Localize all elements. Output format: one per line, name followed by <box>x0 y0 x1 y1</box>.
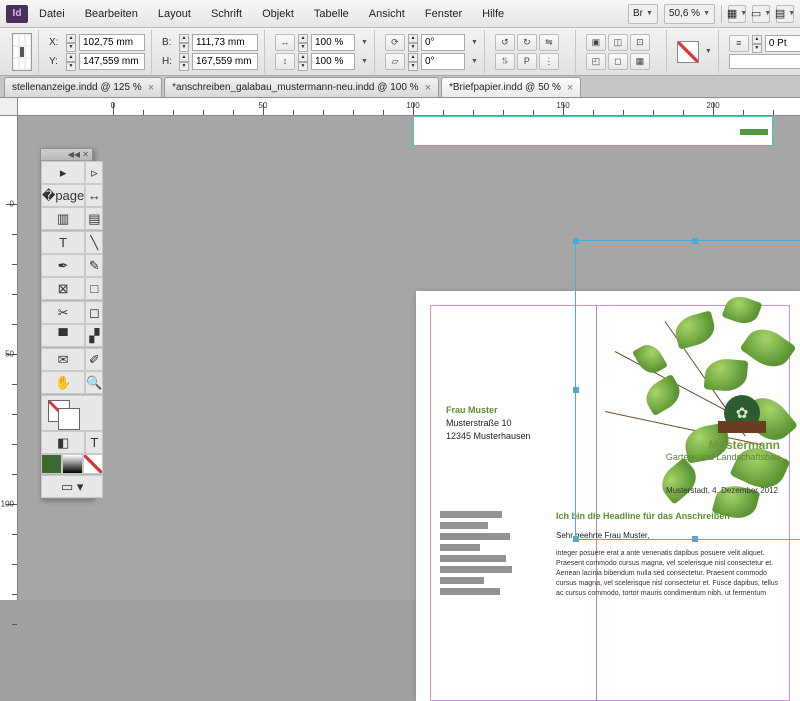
placeholder-bars <box>440 511 512 599</box>
menu-schrift[interactable]: Schrift <box>202 5 251 23</box>
menu-tabelle[interactable]: Tabelle <box>305 5 358 23</box>
center-content-icon[interactable]: ◻ <box>608 53 628 70</box>
pencil-tool[interactable]: ✎ <box>85 254 103 277</box>
panel-collapse-icon[interactable]: ◀◀ ✕ <box>41 149 92 161</box>
bridge-button[interactable]: Br▼ <box>628 4 658 24</box>
close-icon[interactable]: × <box>567 82 573 94</box>
gap-tool[interactable]: ↔ <box>85 184 103 207</box>
fill-stroke-swatch[interactable] <box>41 395 103 431</box>
flip-v-icon[interactable]: ⥮ <box>495 53 515 70</box>
gradient-feather-tool[interactable]: ▞ <box>85 324 103 347</box>
menu-bar: Id Datei Bearbeiten Layout Schrift Objek… <box>0 0 800 28</box>
type-tool[interactable]: T <box>41 231 85 254</box>
p-icon[interactable]: P <box>517 53 537 70</box>
recipient-address: Frau Muster Musterstraße 10 12345 Muster… <box>446 404 531 443</box>
shear-input[interactable] <box>421 53 465 70</box>
stroke-style[interactable] <box>729 54 800 69</box>
format-text-icon[interactable]: T <box>85 431 103 454</box>
ruler-vertical[interactable]: 050100 <box>0 116 18 600</box>
ruler-horizontal[interactable]: 050100150200 <box>18 98 800 116</box>
h-stepper[interactable]: ▲▼ <box>179 53 189 70</box>
w-stepper[interactable]: ▲▼ <box>179 34 189 51</box>
rotate-input[interactable] <box>421 34 465 51</box>
stroke-input[interactable] <box>765 35 800 52</box>
format-container-icon[interactable]: ◧ <box>41 431 85 454</box>
x-input[interactable] <box>79 34 145 51</box>
fit-frame-icon[interactable]: ◰ <box>586 53 606 70</box>
arrange-icon[interactable]: ▤▼ <box>776 5 794 23</box>
control-bar: X:▲▼ Y:▲▼ B:▲▼ H:▲▼ ↔▲▼▼ ↕▲▼▼ ⟳▲▼▼ ▱▲▼▼ … <box>0 28 800 76</box>
select-content-icon[interactable]: ◫ <box>608 34 628 51</box>
menu-objekt[interactable]: Objekt <box>253 5 303 23</box>
stroke-weight-icon: ≡ <box>729 35 749 52</box>
color-mode-row[interactable] <box>41 454 103 474</box>
pen-tool[interactable]: ✒ <box>41 254 85 277</box>
menu-layout[interactable]: Layout <box>149 5 200 23</box>
app-icon: Id <box>6 5 28 23</box>
free-transform-tool[interactable]: ◻ <box>85 301 103 324</box>
workspace: 050100150200 050100 <box>0 98 800 600</box>
fill-frame-icon[interactable]: ▦ <box>630 53 650 70</box>
w-input[interactable] <box>192 34 258 51</box>
view-mode-normal[interactable]: ▭ ▾ <box>41 475 103 498</box>
flip-h-icon[interactable]: ⇋ <box>539 34 559 51</box>
spread-above <box>413 116 773 146</box>
line-tool[interactable]: ╲ <box>85 231 103 254</box>
ruler-origin[interactable] <box>0 98 18 116</box>
reference-point[interactable] <box>12 33 32 71</box>
screen-mode-icon[interactable]: ▭▼ <box>752 5 770 23</box>
canvas[interactable]: ✿ Frau Muster Musterstraße 10 12345 Must… <box>18 116 800 600</box>
selection-frame[interactable] <box>575 240 800 540</box>
view-options-icon[interactable]: ▦▼ <box>728 5 746 23</box>
menu-fenster[interactable]: Fenster <box>416 5 471 23</box>
rect-tool[interactable]: □ <box>85 277 103 300</box>
scale-y-icon: ↕ <box>275 53 295 70</box>
x-stepper[interactable]: ▲▼ <box>66 34 76 51</box>
close-icon[interactable]: × <box>425 82 431 94</box>
content-placer-tool[interactable]: ▤ <box>85 207 103 230</box>
handle-tm[interactable] <box>692 238 698 244</box>
rotate-icon: ⟳ <box>385 34 405 51</box>
rotate-ccw-icon[interactable]: ↺ <box>495 34 515 51</box>
eyedropper-tool[interactable]: ✐ <box>85 348 103 371</box>
scale-x-icon: ↔ <box>275 34 295 51</box>
zoom-level[interactable]: 50,6 %▼ <box>664 4 715 24</box>
handle-tl[interactable] <box>573 238 579 244</box>
close-icon[interactable]: × <box>148 82 154 94</box>
direct-selection-tool[interactable]: ▹ <box>85 161 103 184</box>
menu-datei[interactable]: Datei <box>30 5 74 23</box>
fill-swatch[interactable] <box>677 41 699 63</box>
tools-panel[interactable]: ◀◀ ✕ ▸ ▹ �page ↔ ▥ ▤ T ╲ ✒ ✎ ⊠ □ ✂ ◻ ▀ ▞ <box>40 148 93 499</box>
h-input[interactable] <box>192 53 258 70</box>
page-tool[interactable]: �page <box>41 184 85 207</box>
scale-x-input[interactable] <box>311 34 355 51</box>
doc-tab-1[interactable]: *anschreiben_galabau_mustermann-neu.indd… <box>164 77 439 97</box>
hand-tool[interactable]: ✋ <box>41 371 85 394</box>
doc-tab-2[interactable]: *Briefpapier.indd @ 50 %× <box>441 77 581 97</box>
rotate-cw-icon[interactable]: ↻ <box>517 34 537 51</box>
gradient-swatch-tool[interactable]: ▀ <box>41 324 85 347</box>
menu-ansicht[interactable]: Ansicht <box>360 5 414 23</box>
y-stepper[interactable]: ▲▼ <box>66 53 76 70</box>
note-tool[interactable]: ✉ <box>41 348 85 371</box>
zoom-tool[interactable]: 🔍 <box>85 371 103 394</box>
select-container-icon[interactable]: ▣ <box>586 34 606 51</box>
letter-body: integer posuere erat a ante venenatis da… <box>556 549 782 599</box>
handle-ml[interactable] <box>573 387 579 393</box>
shear-icon: ▱ <box>385 53 405 70</box>
handle-bm[interactable] <box>692 536 698 542</box>
dots-icon[interactable]: ⋮ <box>539 53 559 70</box>
scissors-tool[interactable]: ✂ <box>41 301 85 324</box>
selection-tool[interactable]: ▸ <box>41 161 85 184</box>
rect-frame-tool[interactable]: ⊠ <box>41 277 85 300</box>
content-collector-tool[interactable]: ▥ <box>41 207 85 230</box>
fit-content-icon[interactable]: ⊡ <box>630 34 650 51</box>
scale-y-input[interactable] <box>311 53 355 70</box>
doc-tab-0[interactable]: stellenanzeige.indd @ 125 %× <box>4 77 162 97</box>
handle-bl[interactable] <box>573 536 579 542</box>
menu-bearbeiten[interactable]: Bearbeiten <box>76 5 147 23</box>
document-tabs: stellenanzeige.indd @ 125 %× *anschreibe… <box>0 76 800 98</box>
y-input[interactable] <box>79 53 145 70</box>
menu-hilfe[interactable]: Hilfe <box>473 5 513 23</box>
